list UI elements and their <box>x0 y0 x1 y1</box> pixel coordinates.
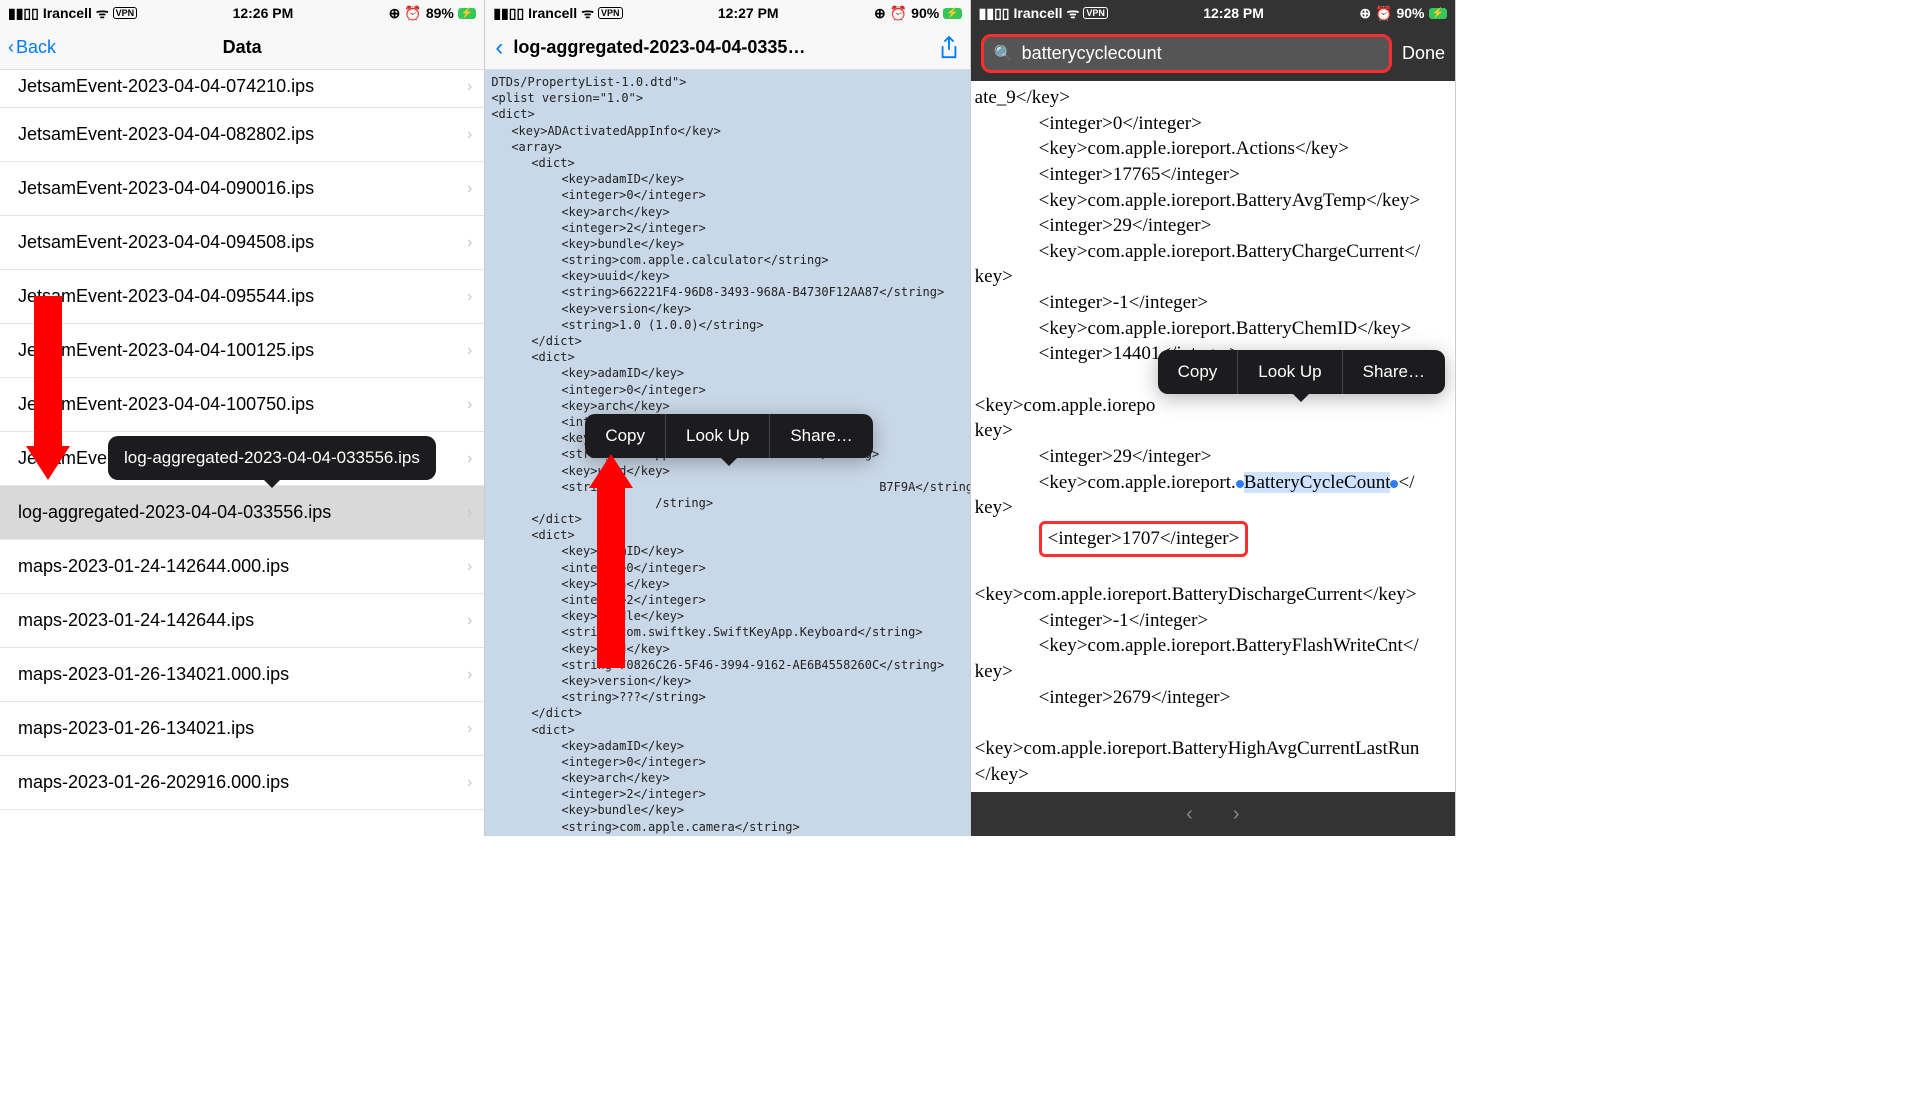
page-title: log-aggregated-2023-04-04-0335… <box>513 37 927 58</box>
menu-item[interactable]: Share… <box>770 414 872 458</box>
highlighted-value: <integer>1707</integer> <box>1039 521 1249 557</box>
file-name: JetsamEvent-2023-04-04-094508.ips <box>18 232 314 253</box>
file-row[interactable]: maps-2023-01-26-134021.ips › <box>0 702 484 756</box>
carrier-label: Irancell <box>528 5 577 21</box>
context-menu: CopyLook UpShare… <box>585 414 872 458</box>
vpn-badge: VPN <box>1083 7 1108 19</box>
search-icon: 🔍 <box>994 44 1014 64</box>
location-icon: ⊕ <box>874 5 886 22</box>
search-input[interactable]: 🔍 batterycyclecount <box>981 34 1392 73</box>
clock: 12:26 PM <box>233 5 294 21</box>
chevron-right-icon: › <box>467 558 472 576</box>
file-row[interactable]: JetsamEvent-2023-04-04-100125.ips› <box>0 324 484 378</box>
file-name: JetsamEvent-2023-04-04-082802.ips <box>18 124 314 145</box>
context-menu: CopyLook UpShare… <box>1158 350 1445 394</box>
chevron-right-icon: › <box>467 288 472 306</box>
clock: 12:28 PM <box>1203 5 1264 21</box>
file-row[interactable]: JetsamEvent-2023-04-04-100750.ips› <box>0 378 484 432</box>
alarm-icon: ⏰ <box>1375 5 1392 22</box>
file-row[interactable]: JetsamEvent-2023-04-04-094508.ips › <box>0 216 484 270</box>
wifi-icon: ᯤ <box>96 4 109 23</box>
chevron-right-icon: › <box>467 612 472 630</box>
status-bar: ▮▮▯▯ Irancell ᯤ VPN 12:26 PM ⊕ ⏰ 89% ⚡ <box>0 0 484 26</box>
signal-icon: ▮▮▯▯ <box>979 5 1010 22</box>
search-bar: 🔍 batterycyclecount Done <box>971 26 1455 81</box>
back-label: Back <box>16 37 56 58</box>
menu-item[interactable]: Copy <box>1158 350 1239 394</box>
battery-icon: ⚡ <box>1429 8 1447 19</box>
file-row[interactable]: maps-2023-01-24-142644.000.ips › <box>0 540 484 594</box>
done-button[interactable]: Done <box>1402 43 1445 64</box>
location-icon: ⊕ <box>1359 5 1371 22</box>
chevron-right-icon: › <box>467 720 472 738</box>
file-name: maps-2023-01-24-142644.ips <box>18 610 254 631</box>
alarm-icon: ⏰ <box>890 5 907 22</box>
wifi-icon: ᯤ <box>1067 4 1080 23</box>
file-name: log-aggregated-2023-04-04-033556.ips <box>18 502 331 523</box>
clock: 12:27 PM <box>718 5 779 21</box>
battery-icon: ⚡ <box>943 8 961 19</box>
battery-icon: ⚡ <box>458 8 476 19</box>
file-row[interactable]: log-aggregated-2023-04-04-033556.ips › <box>0 486 484 540</box>
chevron-right-icon: › <box>467 342 472 360</box>
chevron-right-icon: › <box>467 234 472 252</box>
annotation-arrow-up <box>589 454 633 668</box>
file-name: JetsamEvent-2023-04-04-074210.ips <box>18 76 314 97</box>
nav-bar: ‹ log-aggregated-2023-04-04-0335… <box>485 26 969 70</box>
status-bar: ▮▮▯▯ Irancell ᯤ VPN 12:28 PM ⊕ ⏰ 90% ⚡ <box>971 0 1455 26</box>
chevron-right-icon: › <box>467 504 472 522</box>
chevron-right-icon: › <box>467 774 472 792</box>
menu-item[interactable]: Share… <box>1343 350 1445 394</box>
file-row[interactable]: maps-2023-01-26-202916.000.ips › <box>0 756 484 810</box>
vpn-badge: VPN <box>113 7 138 19</box>
file-name: maps-2023-01-26-134021.ips <box>18 718 254 739</box>
status-bar: ▮▮▯▯ Irancell ᯤ VPN 12:27 PM ⊕ ⏰ 90% ⚡ <box>485 0 969 26</box>
back-button[interactable]: ‹ Back <box>8 37 56 58</box>
vpn-badge: VPN <box>598 7 623 19</box>
file-row[interactable]: JetsamEvent-2023-04-04-074210.ips › <box>0 70 484 108</box>
search-value: batterycyclecount <box>1022 43 1162 64</box>
file-tooltip: log-aggregated-2023-04-04-033556.ips <box>108 436 436 480</box>
chevron-right-icon: › <box>467 450 472 468</box>
page-title: Data <box>223 37 262 58</box>
file-name: maps-2023-01-26-202916.000.ips <box>18 772 289 793</box>
file-row[interactable]: JetsamEvent-2023-04-04-082802.ips › <box>0 108 484 162</box>
chevron-left-icon: ‹ <box>8 37 14 58</box>
wifi-icon: ᯤ <box>581 4 594 23</box>
nav-bar: ‹ Back Data <box>0 26 484 70</box>
prev-result-button[interactable]: ‹ <box>1186 803 1193 826</box>
signal-icon: ▮▮▯▯ <box>493 5 524 22</box>
selected-text: BatteryCycleCount <box>1244 472 1391 493</box>
menu-item[interactable]: Copy <box>585 414 666 458</box>
chevron-right-icon: › <box>467 78 472 96</box>
file-content[interactable]: ate_9</key><integer>0</integer><key>com.… <box>971 81 1455 792</box>
battery-percent: 90% <box>911 5 939 21</box>
file-row[interactable]: JetsamEvent-2023-04-04-095544.ips› <box>0 270 484 324</box>
carrier-label: Irancell <box>43 5 92 21</box>
menu-item[interactable]: Look Up <box>666 414 770 458</box>
back-button[interactable]: ‹ <box>495 34 503 62</box>
search-nav: ‹ › <box>971 792 1455 836</box>
file-row[interactable]: JetsamEvent-2023-04-04-090016.ips › <box>0 162 484 216</box>
location-icon: ⊕ <box>389 5 401 22</box>
menu-item[interactable]: Look Up <box>1238 350 1342 394</box>
file-row[interactable]: maps-2023-01-26-134021.000.ips › <box>0 648 484 702</box>
carrier-label: Irancell <box>1013 5 1062 21</box>
annotation-arrow-down <box>26 296 70 480</box>
next-result-button[interactable]: › <box>1233 803 1240 826</box>
signal-icon: ▮▮▯▯ <box>8 5 39 22</box>
file-name: maps-2023-01-24-142644.000.ips <box>18 556 289 577</box>
battery-percent: 90% <box>1396 5 1424 21</box>
chevron-right-icon: › <box>467 666 472 684</box>
file-name: maps-2023-01-26-134021.000.ips <box>18 664 289 685</box>
chevron-right-icon: › <box>467 126 472 144</box>
battery-percent: 89% <box>426 5 454 21</box>
alarm-icon: ⏰ <box>404 5 421 22</box>
file-row[interactable]: maps-2023-01-24-142644.ips › <box>0 594 484 648</box>
chevron-right-icon: › <box>467 396 472 414</box>
share-icon[interactable] <box>938 35 960 61</box>
file-name: JetsamEvent-2023-04-04-090016.ips <box>18 178 314 199</box>
chevron-right-icon: › <box>467 180 472 198</box>
